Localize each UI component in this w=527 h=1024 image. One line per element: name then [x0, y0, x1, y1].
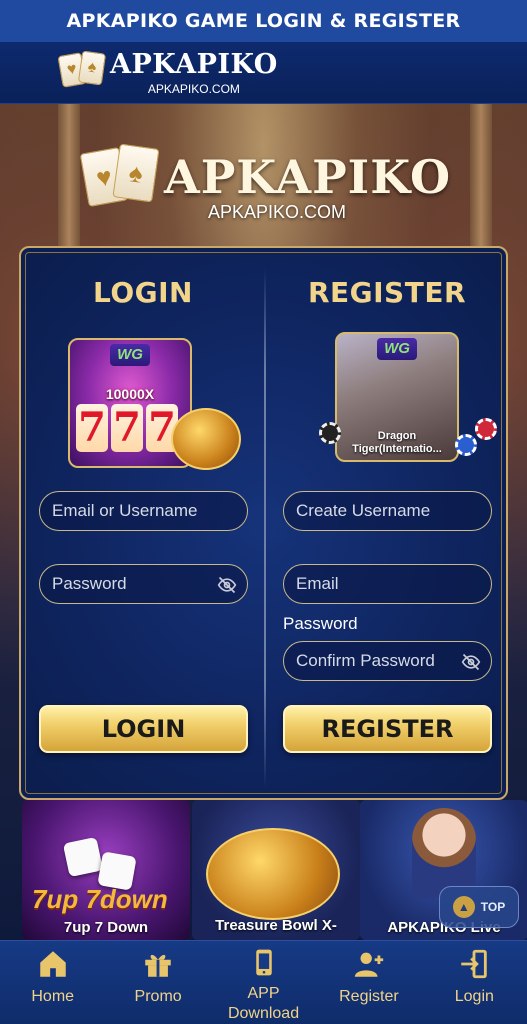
chip-icon: [455, 434, 477, 456]
gold-pot-icon: [206, 828, 340, 920]
game-logo-text: 7up 7down: [32, 884, 168, 914]
login-password-field[interactable]: [39, 564, 248, 604]
register-game-thumbnail[interactable]: WG Dragon Tiger(Internatio...: [335, 332, 459, 462]
game-tile-treasure-bowl[interactable]: Treasure Bowl X-: [192, 800, 360, 940]
login-password-input[interactable]: [40, 565, 247, 603]
nav-label: APP Download: [227, 985, 300, 1022]
cards-logo-icon: ♥ ♠: [79, 143, 162, 214]
eye-off-icon[interactable]: [461, 652, 481, 672]
add-user-icon: [354, 952, 384, 977]
bell-icon: ▲: [452, 896, 475, 918]
phone-icon: [255, 949, 272, 976]
chip-icon: [319, 422, 341, 444]
hero-domain: APKAPIKO.COM: [208, 202, 347, 222]
wg-badge: WG: [377, 338, 417, 360]
home-icon: [39, 951, 66, 977]
register-email-input[interactable]: [284, 565, 491, 603]
register-confirm-password-field[interactable]: [283, 641, 492, 681]
register-confirm-password-input[interactable]: [284, 642, 491, 680]
top-title-bar: APKAPIKO GAME LOGIN & REGISTER: [0, 0, 527, 42]
login-title: LOGIN: [93, 276, 193, 309]
nav-item-home[interactable]: Home: [0, 941, 105, 1024]
register-username-field[interactable]: [283, 491, 492, 531]
nav-item-promo[interactable]: Promo: [105, 941, 210, 1024]
chip-icon: [475, 418, 497, 440]
login-section: LOGIN WG 10000X 777 LOGIN: [21, 248, 265, 798]
game-tile-7up-7down[interactable]: 7up 7down 7up 7 Down: [22, 800, 190, 940]
header-domain: APKAPIKO.COM: [147, 82, 240, 96]
gold-pot-icon: [171, 408, 241, 470]
page-title: APKAPIKO GAME LOGIN & REGISTER: [66, 10, 461, 32]
nav-label: Home: [31, 988, 75, 1005]
wg-badge: WG: [110, 344, 150, 366]
login-button[interactable]: LOGIN: [39, 705, 248, 753]
site-header: ♥ ♠ APKAPIKO APKAPIKO.COM: [0, 42, 527, 104]
game-title: Treasure Bowl X-: [215, 917, 337, 934]
slot-reels: 777: [76, 404, 178, 452]
jackpot-label: 10000X: [105, 386, 155, 402]
register-password-label: Password: [283, 614, 358, 633]
auth-panel: LOGIN WG 10000X 777 LOGIN: [19, 246, 508, 800]
nav-item-register[interactable]: Register: [316, 941, 421, 1024]
login-username-field[interactable]: [39, 491, 248, 531]
top-label: TOP: [480, 900, 506, 914]
gift-icon: [145, 954, 171, 977]
game-title: 7up 7 Down: [63, 919, 149, 936]
register-title: REGISTER: [307, 276, 467, 309]
login-icon: [461, 949, 488, 979]
eye-off-icon[interactable]: [217, 575, 237, 595]
live-dealer-image: [412, 808, 476, 898]
header-brand: APKAPIKO: [110, 49, 278, 80]
register-button[interactable]: REGISTER: [283, 705, 492, 753]
register-email-field[interactable]: [283, 564, 492, 604]
nav-label: Register: [339, 988, 399, 1005]
register-section: REGISTER WG Dragon Tiger(Internatio... P…: [265, 248, 509, 798]
back-to-top-button[interactable]: ▲ TOP: [439, 886, 519, 928]
page: APKAPIKO GAME LOGIN & REGISTER ♥ ♠ APKAP…: [0, 0, 527, 1024]
header-logo[interactable]: ♥ ♠ APKAPIKO APKAPIKO.COM: [57, 49, 278, 96]
cards-logo-icon: ♥ ♠: [57, 50, 108, 90]
bottom-nav: Home Promo APP Download Register Login: [0, 940, 527, 1024]
register-username-input[interactable]: [284, 492, 491, 530]
game-caption: Dragon Tiger(Internatio...: [352, 430, 442, 455]
dice-icon: [62, 836, 104, 878]
nav-item-login[interactable]: Login: [422, 941, 527, 1024]
nav-item-app-download[interactable]: APP Download: [211, 941, 316, 1024]
login-username-input[interactable]: [40, 492, 247, 530]
hero-logo: ♥ ♠ APKAPIKO APKAPIKO.COM: [79, 140, 450, 230]
nav-label: Promo: [134, 988, 182, 1005]
nav-label: Login: [454, 988, 494, 1005]
hero-brand: APKAPIKO: [164, 150, 452, 204]
